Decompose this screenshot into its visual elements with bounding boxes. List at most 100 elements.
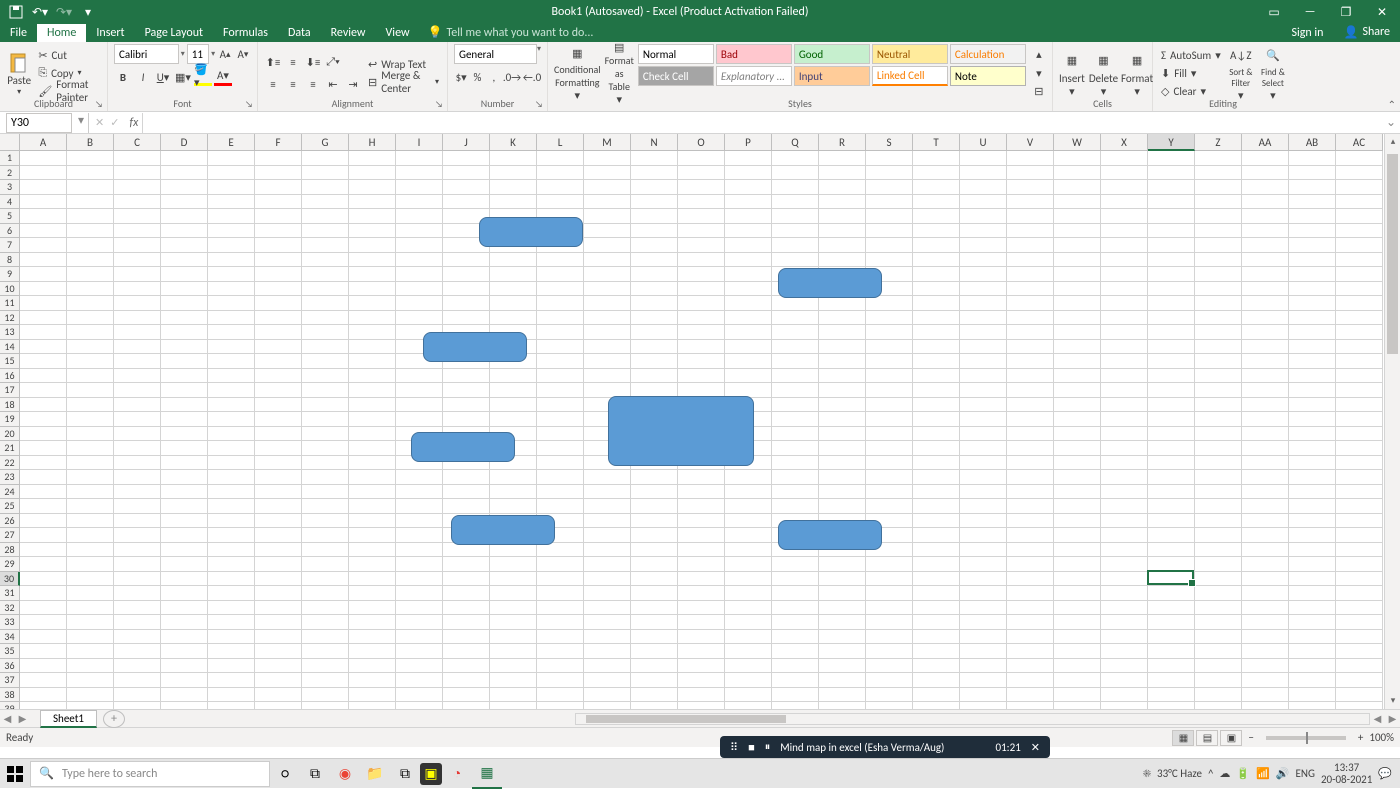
- cell[interactable]: [255, 151, 302, 166]
- cell[interactable]: [114, 311, 161, 326]
- cell[interactable]: [20, 499, 67, 514]
- cell[interactable]: [725, 296, 772, 311]
- cell[interactable]: [1195, 311, 1242, 326]
- cell[interactable]: [161, 528, 208, 543]
- delete-cells-button[interactable]: ▦Delete▾: [1089, 44, 1118, 102]
- cell[interactable]: [1195, 398, 1242, 413]
- cell[interactable]: [114, 543, 161, 558]
- cell[interactable]: [584, 499, 631, 514]
- cell[interactable]: [302, 311, 349, 326]
- cell[interactable]: [67, 630, 114, 645]
- cell[interactable]: [114, 253, 161, 268]
- cell[interactable]: [1242, 224, 1289, 239]
- cell[interactable]: [161, 702, 208, 709]
- cell[interactable]: [1242, 238, 1289, 253]
- cell[interactable]: [1289, 238, 1336, 253]
- border-button[interactable]: ▦▾: [174, 68, 192, 86]
- cell[interactable]: [208, 253, 255, 268]
- cell[interactable]: [960, 267, 1007, 282]
- cell[interactable]: [960, 340, 1007, 355]
- cell[interactable]: [67, 224, 114, 239]
- cell[interactable]: [396, 253, 443, 268]
- cell[interactable]: [114, 673, 161, 688]
- cell[interactable]: [255, 398, 302, 413]
- cell[interactable]: [1195, 499, 1242, 514]
- cell[interactable]: [114, 441, 161, 456]
- cell[interactable]: [1054, 659, 1101, 674]
- cell[interactable]: [819, 702, 866, 709]
- cell[interactable]: [67, 398, 114, 413]
- cell[interactable]: [302, 398, 349, 413]
- cell[interactable]: [678, 615, 725, 630]
- cell[interactable]: [960, 441, 1007, 456]
- row-header[interactable]: 4: [0, 195, 20, 210]
- cell[interactable]: [1289, 615, 1336, 630]
- cell[interactable]: [67, 180, 114, 195]
- cell[interactable]: [631, 311, 678, 326]
- cell[interactable]: [772, 166, 819, 181]
- cell[interactable]: [1336, 543, 1383, 558]
- cell[interactable]: [208, 195, 255, 210]
- cell[interactable]: [1101, 151, 1148, 166]
- vertical-scrollbar[interactable]: ▴ ▾: [1384, 134, 1400, 709]
- cell[interactable]: [208, 441, 255, 456]
- cell[interactable]: [349, 688, 396, 703]
- cell[interactable]: [913, 311, 960, 326]
- cell[interactable]: [819, 166, 866, 181]
- autosum-button[interactable]: ΣAutoSum▾: [1159, 47, 1223, 63]
- cell[interactable]: [1242, 470, 1289, 485]
- spreadsheet-grid[interactable]: ABCDEFGHIJKLMNOPQRSTUVWXYZAAABAC 1234567…: [0, 134, 1400, 709]
- cell[interactable]: [349, 412, 396, 427]
- cell[interactable]: [67, 383, 114, 398]
- cell[interactable]: [819, 369, 866, 384]
- cell[interactable]: [208, 166, 255, 181]
- cell[interactable]: [20, 514, 67, 529]
- cell[interactable]: [67, 412, 114, 427]
- tab-file[interactable]: File: [0, 24, 37, 42]
- cell[interactable]: [866, 166, 913, 181]
- scroll-down-icon[interactable]: ▾: [1385, 693, 1400, 709]
- cell[interactable]: [1054, 615, 1101, 630]
- cell[interactable]: [960, 572, 1007, 587]
- cell[interactable]: [913, 688, 960, 703]
- cell[interactable]: [490, 586, 537, 601]
- cell[interactable]: [1148, 702, 1195, 709]
- cell[interactable]: [537, 354, 584, 369]
- cell[interactable]: [255, 195, 302, 210]
- cell[interactable]: [1054, 412, 1101, 427]
- cell[interactable]: [67, 209, 114, 224]
- cell[interactable]: [772, 369, 819, 384]
- undo-icon[interactable]: ↶▾: [30, 2, 50, 22]
- cell[interactable]: [678, 209, 725, 224]
- cell[interactable]: [255, 601, 302, 616]
- cell[interactable]: [1148, 456, 1195, 471]
- cell[interactable]: [1242, 398, 1289, 413]
- cell[interactable]: [349, 383, 396, 398]
- cell[interactable]: [772, 427, 819, 442]
- format-as-table-button[interactable]: ▤Format as Table▾: [605, 44, 634, 102]
- cell[interactable]: [584, 485, 631, 500]
- styles-scroll-up-icon[interactable]: ▴: [1030, 46, 1048, 63]
- cell[interactable]: [114, 572, 161, 587]
- cell[interactable]: [396, 311, 443, 326]
- font-size-selector[interactable]: 11: [187, 44, 209, 64]
- cell[interactable]: [819, 485, 866, 500]
- cell[interactable]: [255, 224, 302, 239]
- fill-button[interactable]: ⬇Fill▾: [1159, 65, 1223, 81]
- cell[interactable]: [255, 166, 302, 181]
- cell[interactable]: [208, 296, 255, 311]
- cell[interactable]: [913, 586, 960, 601]
- cell[interactable]: [913, 470, 960, 485]
- fx-icon[interactable]: fx: [125, 116, 142, 130]
- cell[interactable]: [255, 238, 302, 253]
- cell[interactable]: [1007, 209, 1054, 224]
- cell[interactable]: [960, 702, 1007, 709]
- cell[interactable]: [490, 557, 537, 572]
- cell[interactable]: [537, 572, 584, 587]
- cell[interactable]: [960, 528, 1007, 543]
- row-header[interactable]: 1: [0, 151, 20, 166]
- cell[interactable]: [20, 224, 67, 239]
- cell[interactable]: [1336, 354, 1383, 369]
- cell[interactable]: [302, 238, 349, 253]
- cell[interactable]: [913, 296, 960, 311]
